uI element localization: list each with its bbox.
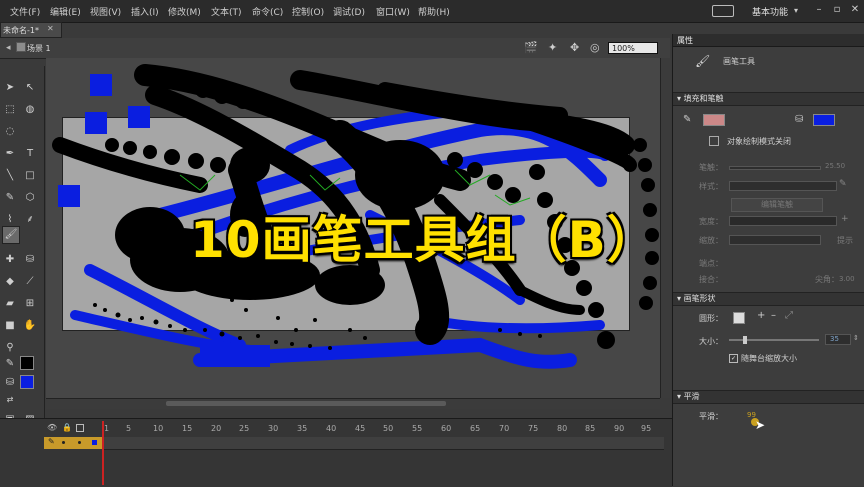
layer-frames[interactable] xyxy=(104,437,664,450)
brush-icon: 🖌 xyxy=(695,54,711,68)
black-blob xyxy=(355,140,445,210)
add-icon[interactable]: + xyxy=(841,214,849,224)
style-label: 样式： xyxy=(699,182,723,191)
fill-bucket-icon: ⛁ xyxy=(795,114,804,125)
mouse-cursor-icon: ➤ xyxy=(755,418,766,432)
black-stroke xyxy=(515,285,585,315)
lock-icon[interactable]: 🔒 xyxy=(62,423,72,432)
properties-tab[interactable]: 属性 xyxy=(677,35,693,46)
section-brush-shape[interactable]: ▾ 画笔形状 xyxy=(673,292,864,306)
width-select[interactable] xyxy=(729,216,837,226)
stroke-slider[interactable] xyxy=(729,166,821,170)
timeline-panel: 👁 🔒 1 5 10 15 20 25 30 35 40 45 50 55 60… xyxy=(0,418,672,487)
video-title-overlay: 10画笔工具组（B） xyxy=(190,211,658,269)
section-smooth[interactable]: ▾ 平滑 xyxy=(673,390,864,404)
blue-square xyxy=(85,112,107,134)
shape-label: 圆形： xyxy=(699,314,723,323)
panel-header: 属性 xyxy=(673,34,864,47)
brush-shape-swatch[interactable] xyxy=(733,312,745,324)
size-slider[interactable] xyxy=(729,336,819,344)
horizontal-scrollbar[interactable] xyxy=(46,398,660,409)
stroke-value[interactable]: 25.50 xyxy=(825,162,845,170)
edit-stroke-button[interactable]: 编辑笔触 xyxy=(731,198,823,212)
blue-square xyxy=(200,345,270,367)
eye-icon[interactable]: 👁 xyxy=(47,423,57,432)
scale-with-stage-label: 随舞台缩放大小 xyxy=(741,354,797,363)
layer-pencil-icon: ✎ xyxy=(48,437,55,446)
stroke-label: 笔触： xyxy=(699,163,723,172)
size-slider-handle[interactable] xyxy=(743,336,747,344)
scroll-thumb[interactable] xyxy=(166,401,446,406)
blue-square xyxy=(128,106,150,128)
black-blob xyxy=(315,265,385,305)
smooth-label: 平滑： xyxy=(699,412,723,421)
size-field[interactable]: 35 xyxy=(825,334,851,345)
blue-square xyxy=(90,74,112,96)
stroke-pencil-icon: ✎ xyxy=(683,114,692,125)
edit-shape-icon[interactable]: ⤢ xyxy=(785,310,793,321)
layer-row-selected[interactable]: ✎ xyxy=(44,437,102,449)
stroke-color-swatch[interactable] xyxy=(703,114,725,126)
object-draw-icon[interactable] xyxy=(709,136,719,146)
miter-value[interactable]: 3.00 xyxy=(839,275,855,283)
width-label: 宽度： xyxy=(699,217,723,226)
edit-style-icon[interactable]: ✎ xyxy=(839,179,847,189)
blue-stroke xyxy=(425,315,605,334)
object-draw-label: 对象绘制模式关闭 xyxy=(727,137,791,146)
stepper-icon[interactable]: ⇕ xyxy=(853,334,859,342)
size-label: 大小： xyxy=(699,337,723,346)
cap-label: 端点： xyxy=(699,259,723,268)
scale-select[interactable] xyxy=(729,235,821,245)
add-shape-icon[interactable]: + xyxy=(757,310,765,321)
scale-with-stage-checkbox[interactable]: ✓ xyxy=(729,354,738,363)
scale-label: 缩放： xyxy=(699,236,723,245)
remove-shape-icon[interactable]: – xyxy=(771,310,776,321)
miter-label: 尖角： xyxy=(815,275,839,284)
style-select[interactable] xyxy=(729,181,837,191)
outline-icon[interactable] xyxy=(76,424,84,432)
join-label: 接合： xyxy=(699,275,723,284)
vertical-scrollbar[interactable] xyxy=(660,58,671,398)
blue-square xyxy=(58,185,80,207)
fill-color-swatch[interactable] xyxy=(813,114,835,126)
hint-label: 提示 xyxy=(837,236,853,245)
section-fill-stroke[interactable]: ▾ 填充和笔触 xyxy=(673,92,864,106)
properties-panel: 属性 🖌 画笔工具 ▾ 填充和笔触 ✎ ⛁ 对象绘制模式关闭 笔触： 25.50… xyxy=(672,34,864,486)
tool-name: 画笔工具 xyxy=(723,57,755,66)
black-blob xyxy=(230,147,270,183)
